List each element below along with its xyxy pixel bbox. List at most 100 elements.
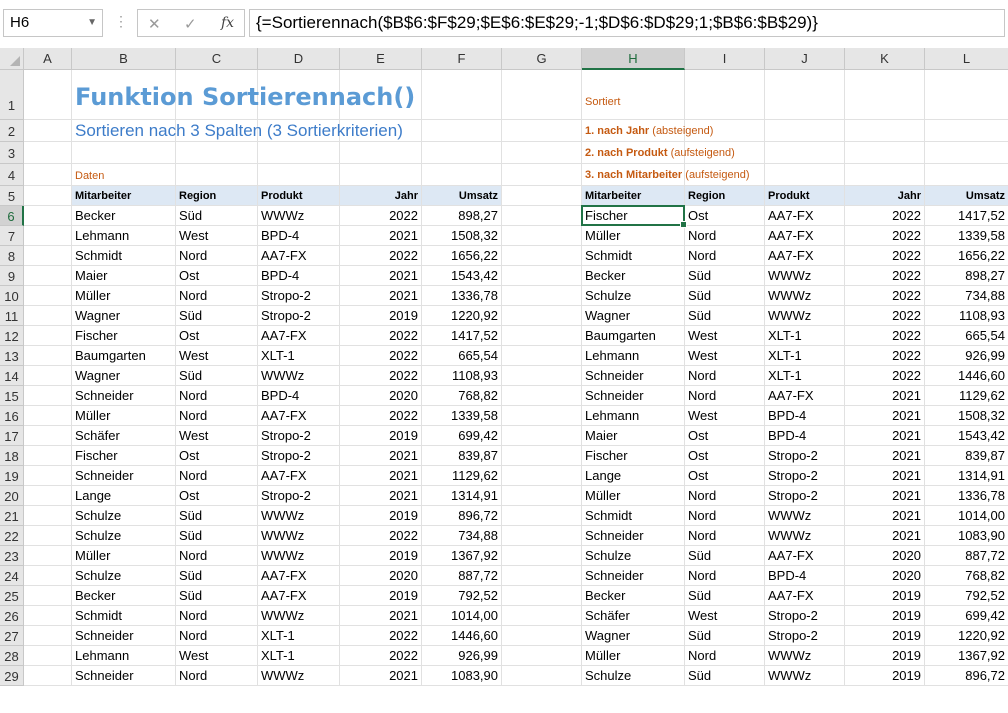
grid-cell[interactable] [24, 666, 72, 686]
grid-cell[interactable] [340, 164, 422, 186]
grid-cell[interactable] [845, 70, 925, 120]
column-header-l[interactable]: L [925, 48, 1008, 70]
cancel-icon[interactable]: ✕ [148, 15, 161, 33]
grid-cell[interactable] [685, 70, 765, 120]
column-header-j[interactable]: J [765, 48, 845, 70]
grid-cell[interactable] [340, 142, 422, 164]
grid-cell[interactable] [502, 606, 582, 626]
row-header-15[interactable]: 15 [0, 386, 24, 406]
grid-cell[interactable] [502, 266, 582, 286]
grid-cell[interactable] [925, 120, 1008, 142]
grid-cell[interactable] [502, 646, 582, 666]
grid-cell[interactable] [24, 186, 72, 206]
column-header-h[interactable]: H [582, 48, 685, 70]
grid-cell[interactable] [502, 446, 582, 466]
grid-cell[interactable] [502, 566, 582, 586]
grid-cell[interactable] [502, 206, 582, 226]
row-header-23[interactable]: 23 [0, 546, 24, 566]
grid-cell[interactable] [502, 546, 582, 566]
grid-cell[interactable] [502, 246, 582, 266]
grid-cell[interactable] [502, 486, 582, 506]
grid-cell[interactable] [24, 286, 72, 306]
grid-cell[interactable] [24, 526, 72, 546]
row-header-3[interactable]: 3 [0, 142, 24, 164]
grid-cell[interactable] [502, 386, 582, 406]
grid-cell[interactable] [502, 286, 582, 306]
grid-cell[interactable] [24, 120, 72, 142]
confirm-icon[interactable]: ✓ [184, 15, 197, 33]
row-header-18[interactable]: 18 [0, 446, 24, 466]
grid-cell[interactable] [24, 206, 72, 226]
grid-cell[interactable] [24, 466, 72, 486]
grid-cell[interactable] [502, 164, 582, 186]
grid-cell[interactable] [422, 164, 502, 186]
grid-cell[interactable] [176, 142, 258, 164]
grid-cell[interactable] [925, 70, 1008, 120]
grid-cell[interactable] [502, 426, 582, 446]
grid-cell[interactable] [502, 586, 582, 606]
row-header-16[interactable]: 16 [0, 406, 24, 426]
grid-cell[interactable] [24, 266, 72, 286]
row-header-14[interactable]: 14 [0, 366, 24, 386]
column-header-k[interactable]: K [845, 48, 925, 70]
grid-cell[interactable] [24, 626, 72, 646]
row-header-1[interactable]: 1 [0, 70, 24, 120]
row-header-12[interactable]: 12 [0, 326, 24, 346]
grid-cell[interactable] [502, 120, 582, 142]
grid-cell[interactable] [502, 366, 582, 386]
grid-cell[interactable] [765, 70, 845, 120]
row-header-29[interactable]: 29 [0, 666, 24, 686]
grid-cell[interactable] [502, 506, 582, 526]
row-header-26[interactable]: 26 [0, 606, 24, 626]
grid-cell[interactable] [502, 526, 582, 546]
grid-cell[interactable] [24, 366, 72, 386]
grid-cell[interactable] [24, 386, 72, 406]
row-header-9[interactable]: 9 [0, 266, 24, 286]
grid-cell[interactable] [176, 164, 258, 186]
grid-cell[interactable] [24, 246, 72, 266]
grid-cell[interactable] [502, 186, 582, 206]
grid-cell[interactable] [502, 306, 582, 326]
row-header-20[interactable]: 20 [0, 486, 24, 506]
grid-cell[interactable] [24, 566, 72, 586]
grid-cell[interactable] [24, 164, 72, 186]
row-header-27[interactable]: 27 [0, 626, 24, 646]
column-header-a[interactable]: A [24, 48, 72, 70]
grid-cell[interactable] [502, 70, 582, 120]
grid-cell[interactable] [502, 626, 582, 646]
row-header-19[interactable]: 19 [0, 466, 24, 486]
grid-cell[interactable] [24, 142, 72, 164]
grid-cell[interactable] [24, 446, 72, 466]
row-header-10[interactable]: 10 [0, 286, 24, 306]
grid-cell[interactable] [422, 142, 502, 164]
spreadsheet-grid[interactable]: A B C D E F G H I J K L 1 2 3 4 5 6 7 8 9 10 11 12 13 14 15 16 17 18 1… [0, 48, 1008, 713]
grid-cell[interactable] [24, 606, 72, 626]
grid-cell[interactable] [24, 546, 72, 566]
insert-function-icon[interactable]: fx [221, 15, 234, 31]
row-header-5[interactable]: 5 [0, 186, 24, 206]
row-header-8[interactable]: 8 [0, 246, 24, 266]
row-header-17[interactable]: 17 [0, 426, 24, 446]
grid-cell[interactable] [24, 486, 72, 506]
grid-cell[interactable] [845, 120, 925, 142]
column-header-i[interactable]: I [685, 48, 765, 70]
grid-cell[interactable] [502, 142, 582, 164]
formula-input[interactable]: {=Sortierennach($B$6:$F$29;$E$6:$E$29;-1… [249, 9, 1005, 37]
row-header-2[interactable]: 2 [0, 120, 24, 142]
row-header-13[interactable]: 13 [0, 346, 24, 366]
grid-cell[interactable] [72, 142, 176, 164]
grid-cell[interactable] [258, 164, 340, 186]
row-header-25[interactable]: 25 [0, 586, 24, 606]
grid-cell[interactable] [24, 646, 72, 666]
row-header-28[interactable]: 28 [0, 646, 24, 666]
grid-cell[interactable] [502, 666, 582, 686]
grid-cell[interactable] [24, 406, 72, 426]
grid-cell[interactable] [502, 346, 582, 366]
grid-cell[interactable] [502, 466, 582, 486]
grid-cell[interactable] [925, 164, 1008, 186]
column-header-e[interactable]: E [340, 48, 422, 70]
column-header-c[interactable]: C [176, 48, 258, 70]
grid-cell[interactable] [845, 164, 925, 186]
column-header-d[interactable]: D [258, 48, 340, 70]
grid-cell[interactable] [24, 306, 72, 326]
